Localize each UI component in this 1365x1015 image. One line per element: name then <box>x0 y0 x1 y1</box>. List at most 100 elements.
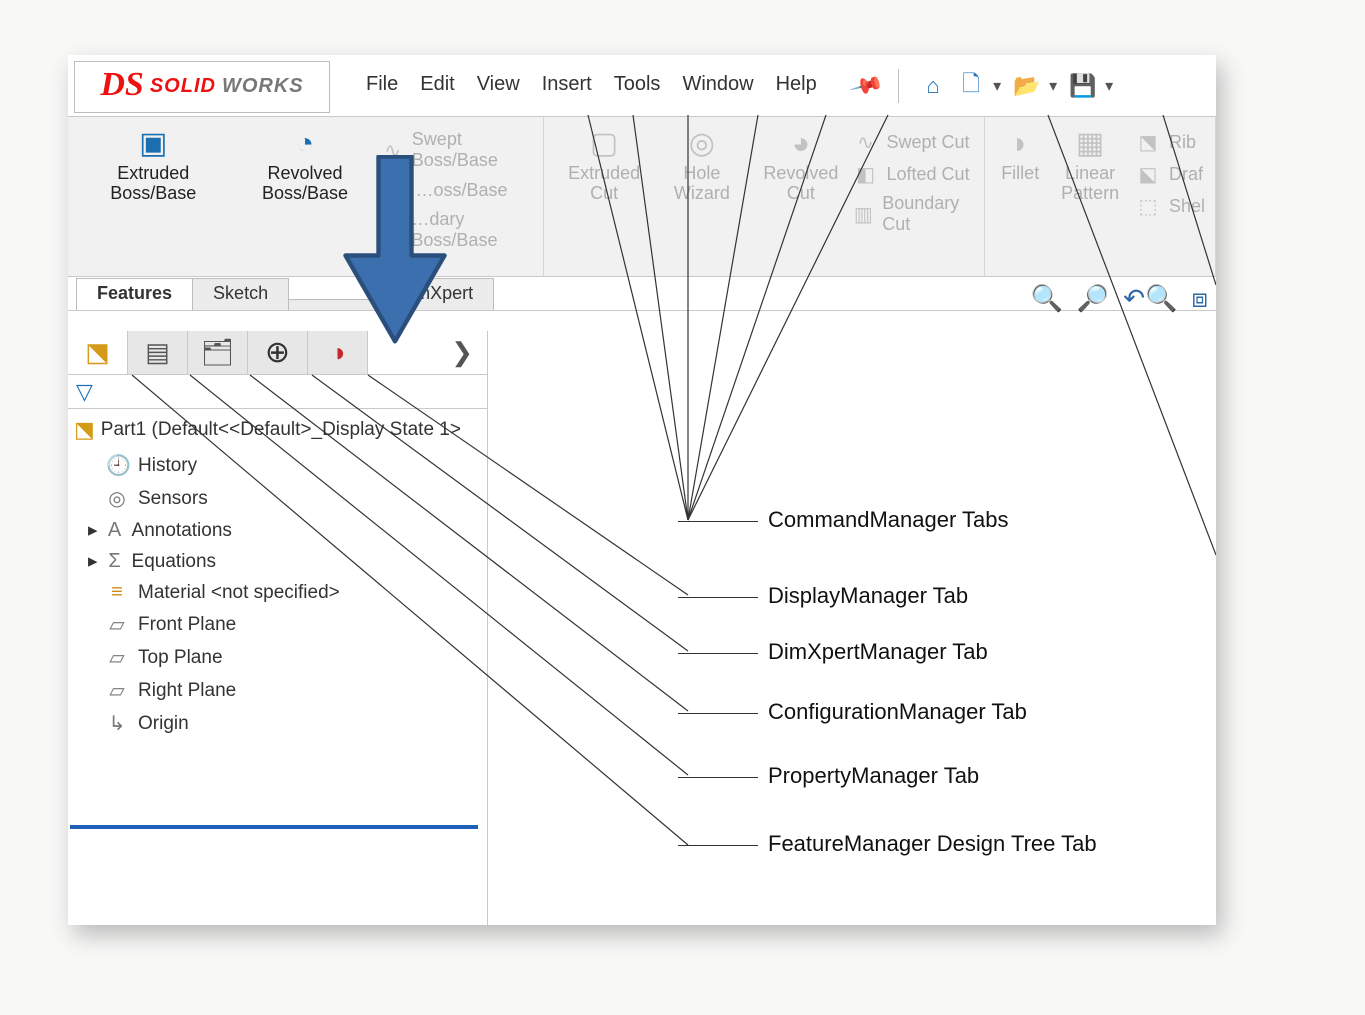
plane-icon: ▱ <box>106 612 128 637</box>
swept-cut-label: Swept Cut <box>887 132 970 153</box>
configuration-manager-tab[interactable]: 🗂 <box>188 331 248 374</box>
annotation-configmanager: ConfigurationManager Tab <box>678 699 1027 725</box>
tree-root[interactable]: ⬔ Part1 (Default<<Default>_Display State… <box>74 417 481 443</box>
pin-icon[interactable]: 📌 <box>848 67 885 103</box>
feature-tree: ⬔ Part1 (Default<<Default>_Display State… <box>68 409 487 748</box>
save-icon[interactable]: 💾 <box>1067 70 1099 102</box>
fillet-button[interactable]: ◗ Fillet <box>995 123 1045 188</box>
tree-top-plane[interactable]: ▱Top Plane <box>74 641 481 674</box>
extruded-boss-button[interactable]: ▣ Extruded Boss/Base <box>78 123 228 208</box>
ribbon-group-boss: ▣ Extruded Boss/Base ◔ Revolved Boss/Bas… <box>68 117 544 276</box>
annotation-displaymanager: DisplayManager Tab <box>678 583 968 609</box>
menu-tools[interactable]: Tools <box>614 73 661 99</box>
menu-window[interactable]: Window <box>682 73 753 99</box>
logo-works: WORKS <box>222 75 304 98</box>
logo-ds-icon: DS <box>100 66 143 104</box>
property-manager-tab[interactable]: ▤ <box>128 331 188 374</box>
origin-icon: ↳ <box>106 711 128 736</box>
plane-icon: ▱ <box>106 645 128 670</box>
tab-features[interactable]: Features <box>76 278 193 310</box>
annotation-commandmanager: CommandManager Tabs <box>678 507 1009 533</box>
tree-material[interactable]: ≡Material <not specified> <box>74 577 481 608</box>
draft-button[interactable]: ⬕ Draf <box>1135 161 1205 187</box>
menu-insert[interactable]: Insert <box>542 73 592 99</box>
tree-front-plane-label: Front Plane <box>138 614 236 636</box>
swept-cut-button[interactable]: ∿Swept Cut <box>853 129 975 155</box>
revolved-boss-icon: ◔ <box>296 127 314 160</box>
view-icons: 🔍 🔎 ↶🔍 ⧈ <box>1031 283 1208 315</box>
new-doc-dropdown[interactable]: ▾ <box>993 76 1005 96</box>
extruded-cut-label: Extruded Cut <box>560 164 649 204</box>
title-bar: DS SOLID WORKS File Edit View Insert Tool… <box>68 55 1216 117</box>
tree-front-plane[interactable]: ▱ Front Plane <box>74 608 481 641</box>
draft-label: Draf <box>1169 164 1203 185</box>
menu-file[interactable]: File <box>366 73 398 99</box>
boundary-cut-button[interactable]: ▥ Boundary Cut <box>853 193 975 235</box>
tree-right-plane[interactable]: ▱ Right Plane <box>74 674 481 707</box>
finish-extras: ⬔Rib ⬕ Draf ⬚Shel <box>1135 123 1205 219</box>
fillet-label: Fillet <box>1001 164 1039 184</box>
boundary-cut-label: Boundary Cut <box>882 193 974 235</box>
open-dropdown[interactable]: ▾ <box>1049 76 1061 96</box>
tree-history-label: History <box>138 455 197 477</box>
extruded-cut-button[interactable]: ▢ Extruded Cut <box>554 123 655 208</box>
cut-extras: ∿Swept Cut ◧Lofted Cut ▥ Boundary Cut <box>853 123 975 235</box>
zoom-fit-icon[interactable]: 🔍 <box>1031 283 1063 315</box>
pane-endbar <box>70 825 478 829</box>
history-icon: 🕘 <box>106 453 128 478</box>
filter-bar: ▽ <box>68 375 487 409</box>
fillet-icon: ◗ <box>1011 127 1029 160</box>
home-icon[interactable]: ⌂ <box>917 70 949 102</box>
hole-wizard-icon: ◎ <box>689 127 715 160</box>
tree-equations[interactable]: ▸ΣEquations <box>74 546 481 577</box>
boundary-cut-icon: ▥ <box>853 201 875 227</box>
new-doc-icon[interactable]: 🗋 <box>955 70 987 102</box>
rib-button[interactable]: ⬔Rib <box>1135 129 1205 155</box>
tree-right-plane-label: Right Plane <box>138 680 236 702</box>
shell-button[interactable]: ⬚Shel <box>1135 193 1205 219</box>
expand-icon[interactable]: ▸ <box>88 519 98 542</box>
extruded-cut-icon: ▢ <box>590 127 618 160</box>
equations-icon: Σ <box>104 550 126 573</box>
app-frame: DS SOLID WORKS File Edit View Insert Tool… <box>68 55 1216 925</box>
annotations-icon: A <box>104 519 126 542</box>
hole-wizard-button[interactable]: ◎ Hole Wizard <box>654 123 749 208</box>
logo: DS SOLID WORKS <box>74 61 330 113</box>
menu-edit[interactable]: Edit <box>420 73 454 99</box>
lofted-cut-button[interactable]: ◧Lofted Cut <box>853 161 975 187</box>
shell-label: Shel <box>1169 196 1205 217</box>
menu-view[interactable]: View <box>477 73 520 99</box>
ribbon-group-finish: ◗ Fillet ▦ Linear Pattern ⬔Rib ⬕ Draf ⬚Sh… <box>985 117 1216 276</box>
section-view-icon[interactable]: ⧈ <box>1191 283 1208 315</box>
feature-manager-tab[interactable]: ⬔ <box>68 331 128 374</box>
draft-icon: ⬕ <box>1135 161 1161 187</box>
tab-sketch[interactable]: Sketch <box>192 278 289 310</box>
linear-pattern-label: Linear Pattern <box>1051 164 1129 204</box>
open-icon[interactable]: 📂 <box>1011 70 1043 102</box>
previous-view-icon[interactable]: ↶🔍 <box>1123 283 1177 315</box>
zoom-area-icon[interactable]: 🔎 <box>1077 283 1109 315</box>
filter-icon[interactable]: ▽ <box>76 379 93 405</box>
tree-sensors[interactable]: ◎Sensors <box>74 482 481 515</box>
part-icon: ⬔ <box>74 417 95 443</box>
tree-history[interactable]: 🕘 History <box>74 449 481 482</box>
menu-bar: File Edit View Insert Tools Window Help … <box>366 73 880 99</box>
callout-arrow-icon <box>340 155 450 345</box>
extruded-boss-icon: ▣ <box>139 127 167 160</box>
revolved-cut-icon: ◕ <box>792 127 810 160</box>
tree-annotations[interactable]: ▸AAnnotations <box>74 515 481 546</box>
menu-help[interactable]: Help <box>776 73 817 99</box>
revolved-cut-button[interactable]: ◕ Revolved Cut <box>749 123 852 208</box>
extruded-boss-label: Extruded Boss/Base <box>84 164 222 204</box>
dimxpert-manager-tab[interactable]: ⊕ <box>248 331 308 374</box>
ribbon-group-cut: ▢ Extruded Cut ◎ Hole Wizard ◕ Revolved … <box>544 117 985 276</box>
tree-material-label: Material <not specified> <box>138 582 340 604</box>
expand-icon[interactable]: ▸ <box>88 550 98 573</box>
linear-pattern-button[interactable]: ▦ Linear Pattern <box>1045 123 1135 208</box>
rib-icon: ⬔ <box>1135 129 1161 155</box>
logo-solid: SOLID <box>150 75 216 98</box>
annotation-featuremanager: FeatureManager Design Tree Tab <box>678 831 1097 857</box>
tree-origin[interactable]: ↳Origin <box>74 707 481 740</box>
plane-icon: ▱ <box>106 678 128 703</box>
save-dropdown[interactable]: ▾ <box>1105 76 1117 96</box>
